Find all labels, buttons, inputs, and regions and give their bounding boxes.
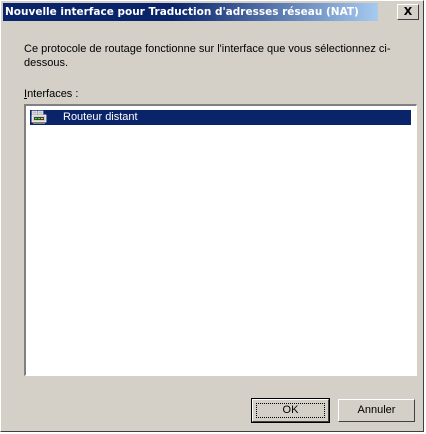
interfaces-label-text: nterfaces : — [27, 88, 79, 100]
cancel-button[interactable]: Annuler — [338, 399, 415, 422]
ok-button[interactable]: OK — [251, 398, 330, 423]
dialog-title-bar[interactable]: Nouvelle interface pour Traduction d'adr… — [3, 3, 378, 21]
nat-interface-dialog: Nouvelle interface pour Traduction d'adr… — [0, 0, 424, 432]
close-button[interactable]: X — [397, 4, 419, 20]
description-text: Ce protocole de routage fonctionne sur l… — [24, 43, 391, 69]
dialog-title: Nouvelle interface pour Traduction d'adr… — [5, 6, 359, 18]
router-interface-icon — [31, 110, 47, 125]
cancel-button-label: Annuler — [357, 404, 396, 416]
close-icon: X — [403, 5, 413, 18]
interfaces-listbox[interactable]: Routeur distant — [24, 104, 417, 376]
interfaces-label: Interfaces : — [24, 88, 78, 100]
ok-button-focus-rect — [256, 403, 325, 418]
list-item-label: Routeur distant — [63, 111, 138, 123]
list-item-routeur-distant[interactable]: Routeur distant — [30, 110, 411, 125]
